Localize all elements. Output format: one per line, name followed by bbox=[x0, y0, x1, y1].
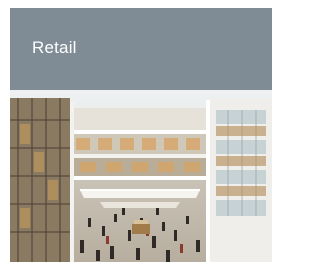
tile-header: Retail bbox=[10, 8, 272, 90]
tile-title: Retail bbox=[32, 38, 77, 57]
atrium-illustration bbox=[10, 90, 272, 262]
shopping-mall-atrium-photo bbox=[10, 90, 272, 262]
retail-category-tile[interactable]: Retail bbox=[10, 8, 272, 262]
